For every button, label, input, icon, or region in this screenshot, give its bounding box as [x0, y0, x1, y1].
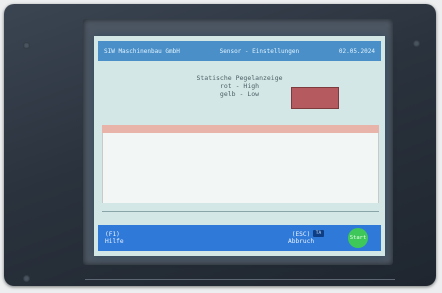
bezel-edge [85, 279, 395, 280]
esc-label: Abbruch [288, 238, 315, 245]
list-divider [102, 211, 379, 212]
level-indicator [291, 87, 339, 109]
section-title: Sensor - Einstellungen [219, 47, 300, 55]
list-header [102, 125, 379, 133]
screen-header: SIW Maschinenbau GmbH Sensor - Einstellu… [98, 41, 381, 61]
page-title: Statische Pegelanzeige [196, 74, 283, 82]
help-label: Hilfe [105, 238, 124, 245]
cancel-button[interactable]: (ESC) Abbruch [288, 231, 314, 245]
esc-tag: TA [313, 230, 324, 237]
help-key: (F1) [105, 231, 120, 238]
company-label: SIW Maschinenbau GmbH [104, 47, 180, 55]
screw-top-left [23, 42, 30, 49]
help-button[interactable]: (F1) Hilfe [105, 231, 124, 245]
screw-top-right [413, 40, 420, 47]
hmi-screen: SIW Maschinenbau GmbH Sensor - Einstellu… [94, 36, 385, 256]
level-info: Statische Pegelanzeige rot - High gelb -… [94, 74, 385, 98]
footer-bar: (F1) Hilfe (ESC) Abbruch TA Start [98, 225, 381, 251]
date-label: 02.05.2024 [338, 47, 375, 55]
screw-bottom-left [23, 275, 30, 282]
legend-low: gelb - Low [219, 90, 260, 98]
list-area[interactable] [102, 133, 379, 203]
legend-high: rot - High [219, 82, 260, 90]
esc-key: (ESC) [291, 231, 311, 238]
start-button[interactable]: Start [348, 228, 368, 248]
